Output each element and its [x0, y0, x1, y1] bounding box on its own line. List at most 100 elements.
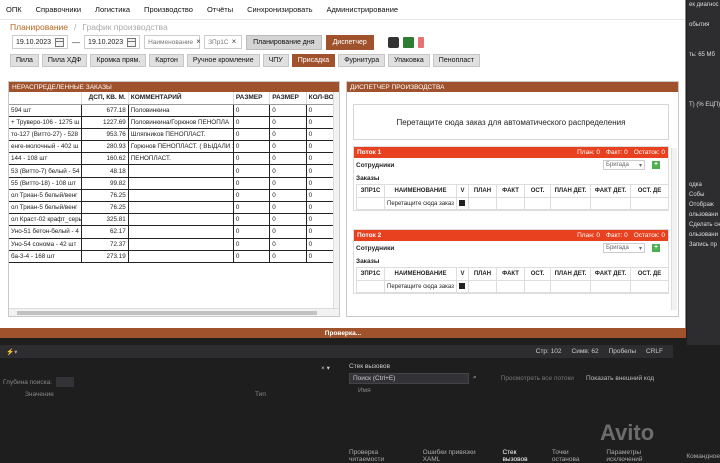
- date-to-field[interactable]: 19.10.2023: [84, 35, 141, 49]
- all-threads-button[interactable]: Просмотреть все потоки: [501, 375, 574, 382]
- column-header[interactable]: ФАКТ ДЕТ.: [590, 184, 631, 198]
- table-row[interactable]: ол Триан-5 белый/венг 76.25 0 0 0: [9, 189, 340, 203]
- column-header[interactable]: ФАКТ: [496, 267, 525, 281]
- column-header[interactable]: НАИМЕНОВАНИЕ: [384, 267, 457, 281]
- drop-row[interactable]: Перетащите сюда заказ: [356, 280, 669, 293]
- menu-admin[interactable]: Администрирование: [327, 5, 399, 14]
- column-header[interactable]: [9, 92, 83, 105]
- column-header[interactable]: ОСТ.: [524, 184, 551, 198]
- add-employee-button[interactable]: +: [652, 161, 660, 169]
- column-header[interactable]: ДСП, КВ. М.: [81, 92, 129, 105]
- table-row[interactable]: 53 (Витто-7) белый - 54 48.18 0 0 0: [9, 164, 340, 178]
- diagnostics-line: Запись пр: [689, 242, 717, 248]
- column-header[interactable]: ФАКТ: [496, 184, 525, 198]
- brigade-dropdown[interactable]: Бригада ▾: [603, 243, 645, 253]
- table-row[interactable]: 594 шт 677.18 Половинкина 0 0 0: [9, 104, 340, 117]
- bottom-tab[interactable]: Параметры исключений: [606, 449, 676, 463]
- auto-distribute-dropzone[interactable]: Перетащите сюда заказ для автоматическог…: [353, 104, 669, 140]
- name-filter[interactable]: Наименование ×: [144, 35, 201, 49]
- bottom-tab[interactable]: Командное: [686, 453, 720, 460]
- drop-row[interactable]: Перетащите сюда заказ: [356, 197, 669, 210]
- delete-icon[interactable]: [417, 36, 424, 48]
- column-header[interactable]: V: [456, 267, 469, 281]
- tab-fittings[interactable]: Фурнитура: [338, 53, 386, 67]
- bottom-tab[interactable]: Стек вызовов: [502, 449, 541, 463]
- eol-mode[interactable]: CRLF: [646, 348, 663, 355]
- horizontal-scrollbar[interactable]: [9, 308, 339, 316]
- table-row[interactable]: 144 - 108 шт 160.62 ПЕНОПЛАСТ. 0 0 0: [9, 152, 340, 166]
- menu-logistics[interactable]: Логистика: [95, 5, 130, 14]
- menu-reports[interactable]: Отчёты: [207, 5, 233, 14]
- scroll-thumb[interactable]: [17, 311, 317, 315]
- column-header[interactable]: ПЛАН ДЕТ.: [550, 184, 591, 198]
- checkbox[interactable]: [459, 282, 465, 289]
- column-header[interactable]: ФАКТ ДЕТ.: [590, 267, 631, 281]
- table-row[interactable]: то-127 (Витто-27) - 528 953.76 Шляпников П…: [9, 128, 340, 142]
- calendar-icon[interactable]: [127, 37, 137, 47]
- vs-status-icon[interactable]: ⚡▾: [6, 348, 17, 356]
- zpr-filter[interactable]: ЗПр1С ×: [204, 35, 243, 49]
- table-row[interactable]: ол Краст-02 крафт_серь 325.81 0 0 0: [9, 213, 340, 227]
- menu-sync[interactable]: Синхронизировать: [247, 5, 312, 14]
- column-header[interactable]: КОММЕНТАРИЙ: [128, 92, 234, 105]
- depth-dropdown[interactable]: [56, 377, 75, 387]
- vertical-scrollbar[interactable]: [671, 148, 677, 310]
- table-row[interactable]: енге-молочный - 402 ш 280.93 Горюнов ПЕНОП…: [9, 140, 340, 154]
- tab-drilling[interactable]: Присадка: [291, 53, 336, 67]
- external-code-button[interactable]: Показать внешний код: [586, 375, 654, 382]
- drop-row-label: Перетащите сюда заказ: [384, 197, 457, 210]
- column-header[interactable]: V: [456, 184, 469, 198]
- dispatcher-button[interactable]: Диспетчер: [325, 34, 374, 50]
- column-header[interactable]: НАИМЕНОВАНИЕ: [384, 184, 457, 198]
- tab-saw-hdf[interactable]: Пила ХДФ: [41, 53, 88, 67]
- checkbox[interactable]: [459, 199, 465, 206]
- stream-header[interactable]: Поток 2 План: 0 Факт: 0 Остаток: 0: [354, 230, 668, 241]
- bottom-tab[interactable]: Точки останова: [552, 449, 596, 463]
- plan-day-button[interactable]: Планирование дня: [246, 34, 322, 50]
- menu-opk[interactable]: ОПК: [6, 5, 22, 14]
- column-header[interactable]: ОСТ.: [524, 267, 551, 281]
- table-row[interactable]: ол Триан-5 белый/венг 76.25 0 0 0: [9, 201, 340, 215]
- tab-carton[interactable]: Картон: [149, 53, 184, 67]
- column-header[interactable]: ПЛАН: [468, 267, 497, 281]
- add-employee-button[interactable]: +: [652, 244, 660, 252]
- column-header[interactable]: ЗПР1С: [356, 184, 385, 198]
- call-stack-search[interactable]: Поиск (Ctrl+E): [349, 372, 469, 384]
- clear-icon[interactable]: ×: [196, 38, 201, 46]
- column-header[interactable]: ОСТ. ДЕ: [630, 184, 669, 198]
- column-header[interactable]: ЗПР1С: [356, 267, 385, 281]
- bottom-tab[interactable]: Проверка читаемости: [349, 449, 413, 463]
- column-header[interactable]: РАЗМЕР: [269, 92, 307, 105]
- tab-saw[interactable]: Пила: [10, 53, 39, 67]
- search-icon[interactable]: ⌕: [473, 374, 477, 382]
- table-row[interactable]: Уно-51 бетон-белый - 4 62.17 0 0 0: [9, 225, 340, 239]
- column-header[interactable]: РАЗМЕР: [233, 92, 271, 105]
- crumb-schedule[interactable]: График производства: [82, 22, 167, 32]
- calendar-icon[interactable]: [55, 37, 65, 47]
- menu-directories[interactable]: Справочники: [36, 5, 81, 14]
- tab-edge-straight[interactable]: Кромка прям.: [90, 53, 147, 67]
- table-row[interactable]: Уно-54 сонома - 42 шт 72.37 0 0 0: [9, 238, 340, 251]
- print-icon[interactable]: [387, 36, 399, 48]
- date-from-field[interactable]: 19.10.2023: [12, 35, 69, 49]
- stream-header[interactable]: Поток 1 План: 0 Факт: 0 Остаток: 0: [354, 147, 668, 158]
- bottom-tab[interactable]: Ошибки привязки XAML: [423, 449, 493, 463]
- tab-packing[interactable]: Упаковка: [388, 53, 430, 67]
- close-icon[interactable]: × ▾: [321, 364, 330, 372]
- menu-production[interactable]: Производство: [144, 5, 193, 14]
- tab-foam[interactable]: Пенопласт: [432, 53, 480, 67]
- table-row[interactable]: + Труверо-106 - 1275 ш 1227.69 Половинкина…: [9, 116, 340, 129]
- tab-manual-edge[interactable]: Ручное кромление: [186, 53, 260, 67]
- excel-icon[interactable]: [402, 36, 414, 48]
- whitespace-mode[interactable]: Пробелы: [609, 348, 636, 355]
- column-header[interactable]: ПЛАН ДЕТ.: [550, 267, 591, 281]
- crumb-planning[interactable]: Планирование: [10, 22, 68, 32]
- column-header[interactable]: ОСТ. ДЕ: [630, 267, 669, 281]
- tab-cnc[interactable]: ЧПУ: [262, 53, 289, 67]
- table-row[interactable]: 55 (Витто-18) - 108 шт 99.82 0 0 0: [9, 177, 340, 190]
- vertical-scrollbar[interactable]: [333, 92, 339, 308]
- column-header[interactable]: ПЛАН: [468, 184, 497, 198]
- brigade-dropdown[interactable]: Бригада ▾: [603, 160, 645, 170]
- clear-icon[interactable]: ×: [232, 38, 237, 46]
- table-row[interactable]: ба-3-4 - 168 шт 273.19 0 0 0: [9, 250, 340, 263]
